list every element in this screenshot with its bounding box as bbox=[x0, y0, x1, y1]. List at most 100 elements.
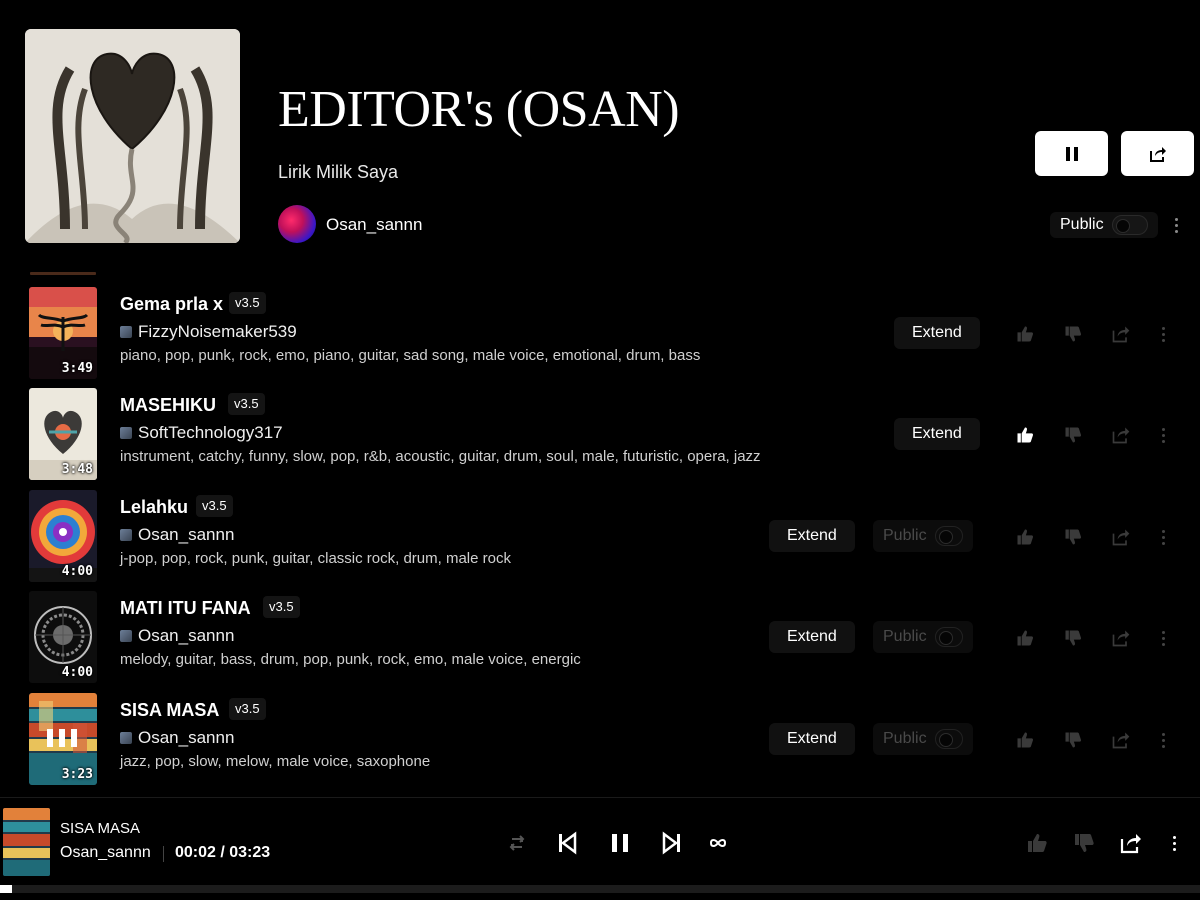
dislike-button[interactable] bbox=[1062, 323, 1084, 345]
song-artist[interactable]: SoftTechnology317 bbox=[120, 423, 283, 443]
artist-name[interactable]: Osan_sannn bbox=[138, 728, 234, 748]
next-button[interactable] bbox=[658, 829, 686, 857]
player-artist[interactable]: Osan_sannn bbox=[60, 844, 151, 862]
song-public-toggle[interactable]: Public bbox=[873, 723, 973, 755]
extend-button[interactable]: Extend bbox=[769, 520, 855, 552]
player-separator bbox=[163, 846, 164, 862]
public-label: Public bbox=[1060, 216, 1104, 233]
song-duration: 3:49 bbox=[61, 361, 93, 376]
artist-name[interactable]: FizzyNoisemaker539 bbox=[138, 322, 297, 342]
player-like-button[interactable] bbox=[1023, 829, 1051, 857]
song-cover[interactable]: 3:48 bbox=[29, 388, 97, 480]
song-row[interactable]: 4:00 MATI ITU FANA v3.5 Osan_sannn melody, g… bbox=[0, 591, 1200, 687]
share-icon bbox=[1120, 834, 1141, 854]
thumbs-up-icon bbox=[1028, 834, 1047, 852]
public-label: Public bbox=[883, 527, 927, 544]
thumbs-up-icon bbox=[1017, 427, 1034, 443]
song-cover[interactable]: 3:49 bbox=[29, 287, 97, 379]
player-dislike-button[interactable] bbox=[1070, 829, 1098, 857]
player-cover[interactable] bbox=[3, 808, 50, 876]
share-button[interactable] bbox=[1121, 131, 1194, 176]
song-cover[interactable]: 4:00 bbox=[29, 490, 97, 582]
repeat-button[interactable] bbox=[503, 829, 531, 857]
share-button[interactable] bbox=[1110, 424, 1132, 446]
song-cover[interactable]: 3:23 bbox=[29, 693, 97, 785]
dislike-button[interactable] bbox=[1062, 526, 1084, 548]
pause-icon bbox=[612, 834, 628, 852]
artist-name[interactable]: Osan_sannn bbox=[138, 525, 234, 545]
song-more-button[interactable] bbox=[1153, 423, 1173, 447]
song-duration: 3:48 bbox=[61, 462, 93, 477]
artist-name[interactable]: SoftTechnology317 bbox=[138, 423, 283, 443]
toggle-switch[interactable] bbox=[1111, 215, 1148, 235]
artist-name[interactable]: Osan_sannn bbox=[138, 626, 234, 646]
share-icon bbox=[1149, 146, 1166, 162]
like-button[interactable] bbox=[1014, 526, 1036, 548]
extend-button[interactable]: Extend bbox=[894, 317, 980, 349]
song-title[interactable]: Lelahku bbox=[120, 497, 188, 518]
song-more-button[interactable] bbox=[1153, 322, 1173, 346]
like-button[interactable] bbox=[1014, 729, 1036, 751]
song-cover[interactable]: 4:00 bbox=[29, 591, 97, 683]
song-more-button[interactable] bbox=[1153, 728, 1173, 752]
song-row[interactable]: 3:49 Gema prla x v3.5 FizzyNoisemaker539 pia… bbox=[0, 287, 1200, 383]
song-title[interactable]: SISA MASA bbox=[120, 700, 219, 721]
thumbs-down-icon bbox=[1065, 732, 1082, 748]
song-artist[interactable]: Osan_sannn bbox=[120, 728, 234, 748]
previous-button[interactable] bbox=[553, 829, 581, 857]
extend-button[interactable]: Extend bbox=[894, 418, 980, 450]
song-title[interactable]: MASEHIKU bbox=[120, 395, 216, 416]
song-more-button[interactable] bbox=[1153, 525, 1173, 549]
share-button[interactable] bbox=[1110, 323, 1132, 345]
share-button[interactable] bbox=[1110, 729, 1132, 751]
toggle-switch[interactable] bbox=[934, 526, 963, 546]
toggle-switch[interactable] bbox=[934, 729, 963, 749]
song-duration: 3:23 bbox=[61, 767, 93, 782]
song-artist[interactable]: Osan_sannn bbox=[120, 626, 234, 646]
share-icon bbox=[1112, 326, 1130, 343]
song-public-toggle[interactable]: Public bbox=[873, 621, 973, 653]
song-artist[interactable]: FizzyNoisemaker539 bbox=[120, 322, 297, 342]
thumbs-down-icon bbox=[1065, 427, 1082, 443]
loop-button[interactable] bbox=[704, 829, 732, 857]
pause-button[interactable] bbox=[1035, 131, 1108, 176]
song-title[interactable]: Gema prla x bbox=[120, 294, 223, 315]
playlist-more-button[interactable] bbox=[1166, 213, 1186, 237]
player-more-button[interactable] bbox=[1164, 831, 1184, 855]
share-button[interactable] bbox=[1110, 627, 1132, 649]
extend-button[interactable]: Extend bbox=[769, 723, 855, 755]
song-more-button[interactable] bbox=[1153, 626, 1173, 650]
share-button[interactable] bbox=[1110, 526, 1132, 548]
song-duration: 4:00 bbox=[61, 665, 93, 680]
song-title[interactable]: MATI ITU FANA bbox=[120, 598, 251, 619]
song-row[interactable]: 4:00 Lelahku v3.5 Osan_sannn j-pop, pop, roc… bbox=[0, 490, 1200, 586]
song-public-toggle[interactable]: Public bbox=[873, 520, 973, 552]
like-button[interactable] bbox=[1014, 323, 1036, 345]
like-button[interactable] bbox=[1014, 627, 1036, 649]
like-button[interactable] bbox=[1014, 424, 1036, 446]
player-song-title[interactable]: SISA MASA bbox=[60, 820, 140, 837]
song-row[interactable]: 3:48 MASEHIKU v3.5 SoftTechnology317 instrum… bbox=[0, 388, 1200, 484]
share-icon bbox=[1112, 630, 1130, 647]
artist-avatar bbox=[120, 326, 132, 338]
dislike-button[interactable] bbox=[1062, 424, 1084, 446]
player-time: 00:02 / 03:23 bbox=[175, 844, 271, 861]
thumbs-up-icon bbox=[1017, 630, 1034, 646]
owner-name[interactable]: Osan_sannn bbox=[326, 215, 422, 235]
song-tags: piano, pop, punk, rock, emo, piano, guit… bbox=[120, 347, 701, 364]
dislike-button[interactable] bbox=[1062, 729, 1084, 751]
extend-button[interactable]: Extend bbox=[769, 621, 855, 653]
public-label: Public bbox=[883, 730, 927, 747]
version-badge: v3.5 bbox=[228, 393, 265, 415]
player-share-button[interactable] bbox=[1117, 829, 1145, 857]
owner-avatar[interactable] bbox=[278, 205, 316, 243]
play-pause-button[interactable] bbox=[606, 829, 634, 857]
progress-track[interactable] bbox=[0, 885, 1200, 893]
toggle-switch[interactable] bbox=[934, 627, 963, 647]
dislike-button[interactable] bbox=[1062, 627, 1084, 649]
song-row[interactable]: 3:23 SISA MASA v3.5 Osan_sannn jazz, pop, sl… bbox=[0, 693, 1200, 789]
playlist-public-toggle[interactable]: Public bbox=[1050, 212, 1158, 238]
artist-avatar bbox=[120, 630, 132, 642]
share-icon bbox=[1112, 427, 1130, 444]
song-artist[interactable]: Osan_sannn bbox=[120, 525, 234, 545]
